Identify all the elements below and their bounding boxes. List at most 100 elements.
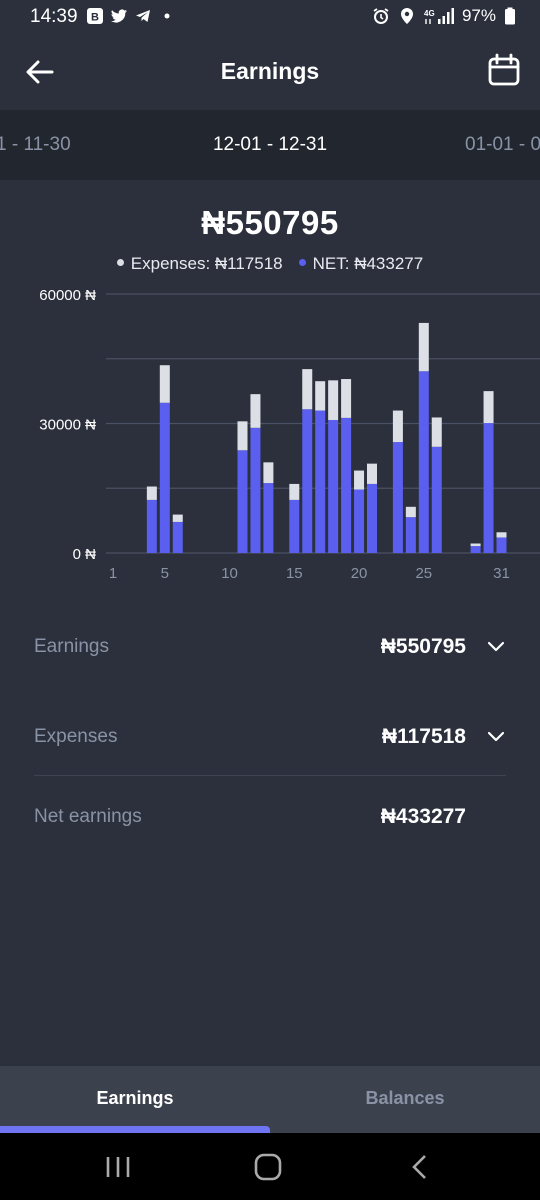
bar-expenses[interactable] — [263, 462, 274, 484]
period-current[interactable]: 12-01 - 12-31 — [0, 134, 540, 156]
notification-icons: B — [86, 7, 176, 25]
svg-text:B: B — [91, 12, 99, 24]
x-tick-label: 10 — [221, 565, 238, 582]
earnings-label: Earnings — [34, 636, 109, 657]
x-tick-label: 20 — [351, 565, 368, 582]
battery-percent: 97% — [461, 6, 496, 25]
bar-expenses[interactable] — [392, 410, 403, 443]
bar-expenses[interactable] — [237, 421, 248, 451]
alarm-icon — [373, 8, 389, 24]
bar-net[interactable] — [159, 402, 170, 553]
bar-net[interactable] — [405, 517, 416, 553]
status-time: 14:39 — [30, 6, 78, 27]
bar-net[interactable] — [263, 483, 274, 553]
home-icon[interactable] — [248, 1151, 288, 1183]
net-dot-icon — [298, 259, 306, 267]
y-tick-label: 30000 ₦ — [39, 417, 96, 434]
bar-net[interactable] — [354, 489, 365, 553]
bar-net[interactable] — [146, 499, 157, 553]
chevron-down-icon[interactable] — [486, 728, 506, 744]
expenses-dot-icon — [116, 259, 124, 267]
earnings-value: ₦550795 — [380, 635, 466, 658]
chart-legend: Expenses: ₦117518 NET: ₦433277 — [0, 254, 540, 274]
page-title: Earnings — [220, 58, 320, 84]
divider — [34, 775, 506, 776]
net-earnings-value: ₦433277 — [380, 805, 466, 828]
bar-expenses[interactable] — [159, 365, 170, 403]
expenses-row[interactable]: Expenses ₦117518 — [34, 716, 506, 756]
twitter-icon — [111, 9, 127, 23]
expenses-value: ₦117518 — [381, 725, 466, 748]
legend-net-label: NET: ₦433277 — [312, 254, 424, 273]
expenses-label: Expenses — [34, 726, 118, 747]
app-header: Earnings — [0, 34, 540, 110]
telegram-icon — [136, 10, 150, 22]
y-tick-label: 0 ₦ — [73, 546, 97, 563]
calendar-icon[interactable] — [486, 52, 522, 88]
net-earnings-label: Net earnings — [34, 806, 142, 827]
recent-apps-icon[interactable] — [98, 1151, 138, 1183]
status-bar: 14:39 B 4G 97% — [0, 0, 540, 34]
bar-expenses[interactable] — [418, 322, 429, 372]
net-earnings-row: Net earnings ₦433277 — [34, 796, 506, 836]
x-tick-label: 25 — [415, 565, 432, 582]
bar-expenses[interactable] — [367, 463, 377, 484]
earnings-row[interactable]: Earnings ₦550795 — [34, 626, 506, 666]
system-status-icons: 4G 97% — [372, 6, 516, 26]
bar-net[interactable] — [172, 521, 183, 553]
tab-earnings[interactable]: Earnings — [0, 1066, 270, 1133]
x-tick-label: 15 — [286, 565, 303, 582]
tab-balances[interactable]: Balances — [270, 1066, 540, 1133]
bar-net[interactable] — [315, 410, 326, 553]
bar-expenses[interactable] — [405, 506, 416, 518]
bar-expenses[interactable] — [354, 470, 365, 490]
x-tick-label: 31 — [493, 565, 510, 582]
bitcoin-app-icon: B — [87, 8, 103, 24]
bar-expenses[interactable] — [496, 532, 507, 538]
bar-expenses[interactable] — [302, 369, 313, 410]
bar-net[interactable] — [418, 371, 429, 553]
bar-expenses[interactable] — [431, 417, 442, 447]
bar-net[interactable] — [496, 537, 507, 553]
legend-expenses-label: Expenses: ₦117518 — [130, 254, 283, 273]
bar-net[interactable] — [431, 446, 442, 553]
location-icon — [400, 8, 413, 24]
more-notifications-dot-icon — [164, 13, 170, 19]
bar-expenses[interactable] — [315, 381, 326, 411]
legend-expenses: Expenses: ₦117518 — [116, 254, 283, 274]
period-next[interactable]: 01-01 - 0 — [465, 134, 540, 156]
battery-icon — [505, 7, 515, 25]
system-back-icon[interactable] — [400, 1151, 440, 1183]
bar-net[interactable] — [328, 420, 339, 553]
bar-expenses[interactable] — [289, 483, 300, 500]
bar-net[interactable] — [392, 442, 403, 553]
bar-expenses[interactable] — [328, 380, 339, 421]
bar-expenses[interactable] — [146, 486, 157, 500]
bar-net[interactable] — [302, 409, 313, 553]
chevron-down-icon[interactable] — [486, 638, 506, 654]
bar-net[interactable] — [341, 417, 352, 553]
bar-net[interactable] — [289, 499, 300, 553]
bar-expenses[interactable] — [341, 379, 352, 418]
bar-expenses[interactable] — [250, 394, 261, 428]
4g-signal-icon: 4G — [424, 8, 454, 24]
period-selector: 1 - 11-30 12-01 - 12-31 01-01 - 0 — [0, 110, 540, 180]
bar-expenses[interactable] — [470, 543, 481, 547]
active-tab-indicator — [0, 1126, 270, 1133]
bar-expenses[interactable] — [172, 514, 183, 522]
bar-expenses[interactable] — [483, 391, 494, 424]
system-navigation-bar — [0, 1133, 540, 1200]
bar-net[interactable] — [367, 483, 377, 553]
bar-net[interactable] — [237, 450, 248, 553]
bar-net[interactable] — [470, 546, 481, 553]
bottom-nav: Earnings Balances — [0, 1066, 540, 1133]
earnings-bar-chart: 60000 ₦30000 ₦0 ₦1 5 10 15 20 25 31 — [39, 287, 540, 582]
bar-net[interactable] — [483, 423, 494, 553]
x-tick-label: 1 — [109, 565, 117, 582]
legend-net: NET: ₦433277 — [298, 254, 424, 274]
x-tick-label: 5 — [161, 565, 169, 582]
y-tick-label: 60000 ₦ — [39, 287, 96, 304]
svg-text:4G: 4G — [424, 9, 435, 18]
total-earnings: ₦550795 — [201, 204, 339, 241]
bar-net[interactable] — [250, 427, 261, 553]
